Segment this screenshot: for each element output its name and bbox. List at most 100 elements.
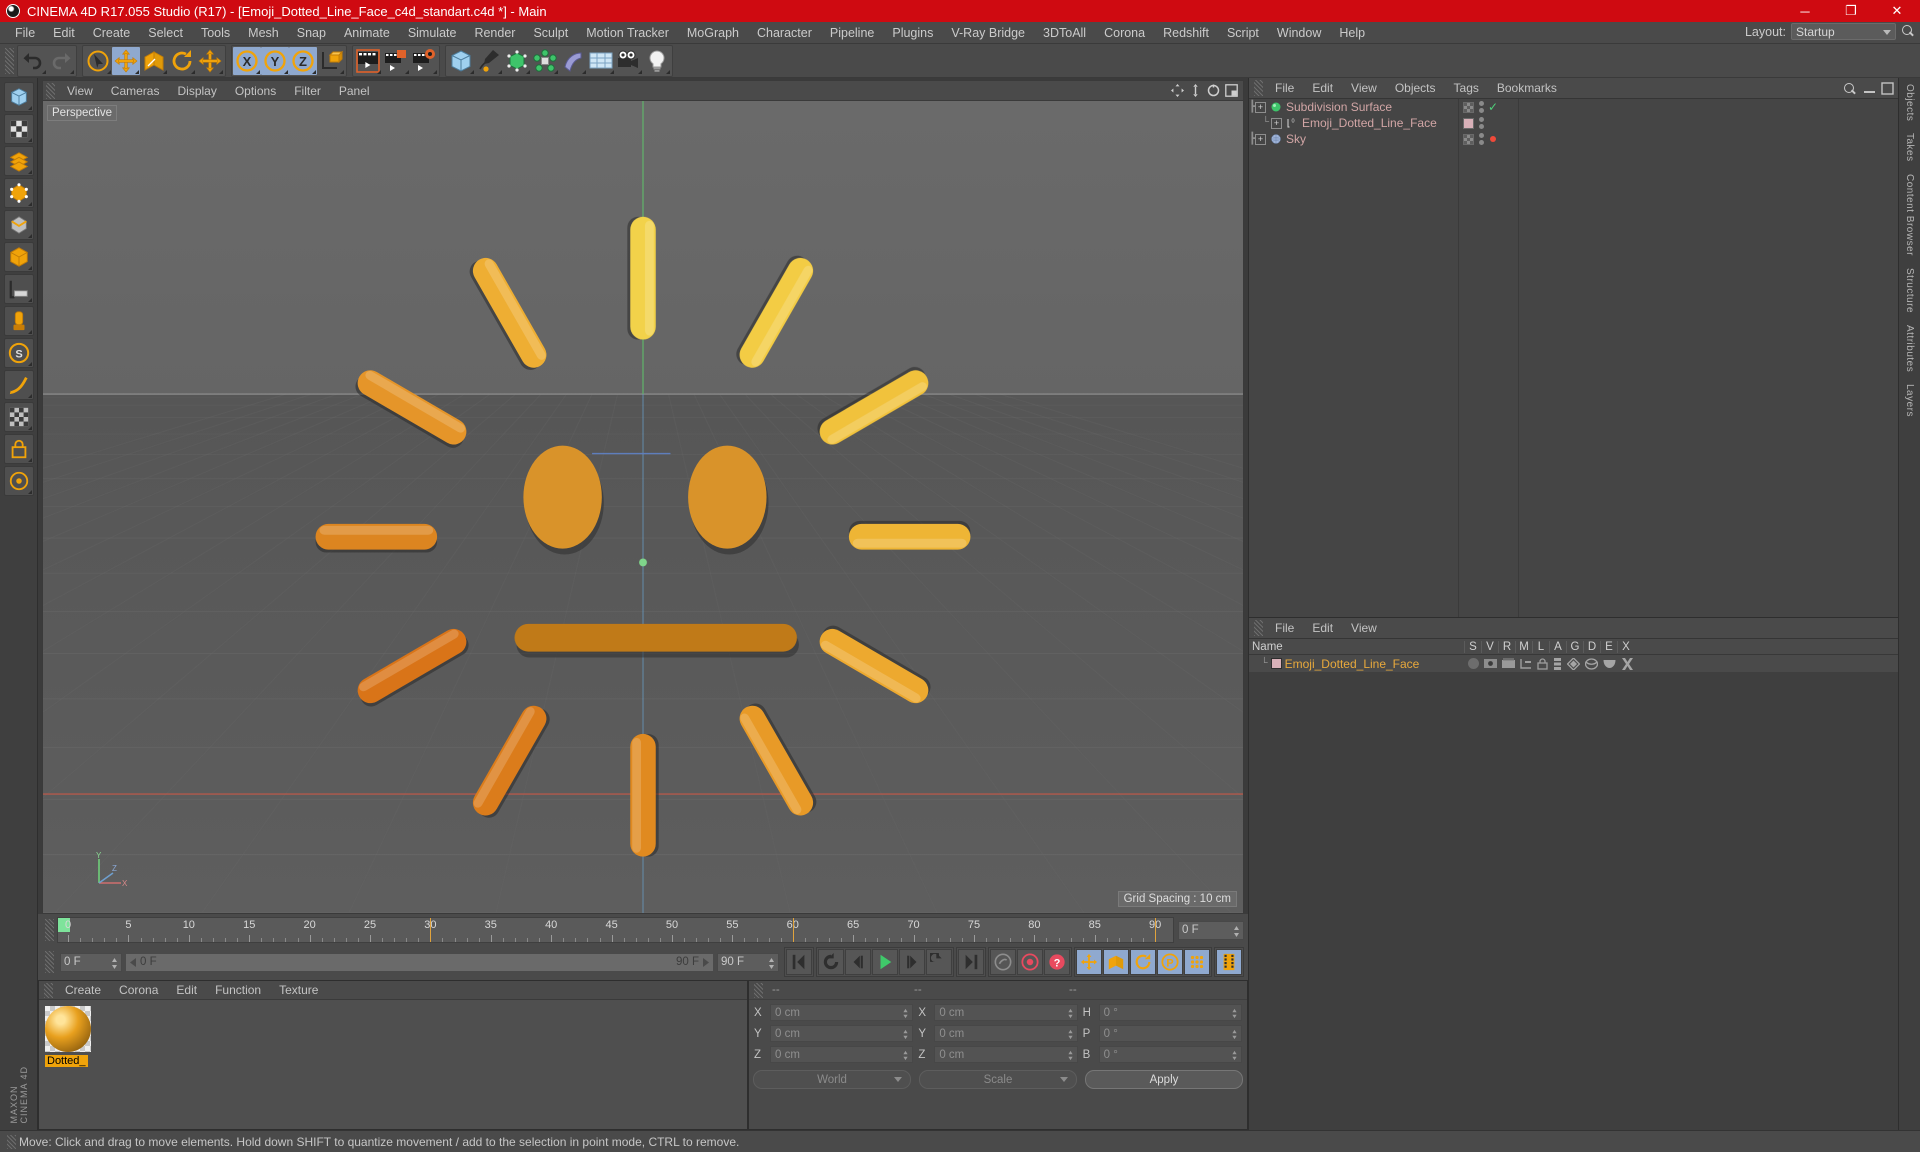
goto-start-button[interactable] <box>786 949 812 975</box>
material-tag-icon[interactable] <box>1463 117 1474 129</box>
checker-tag-icon[interactable] <box>1463 133 1474 145</box>
render-view-button[interactable] <box>354 47 382 75</box>
rotation-p-field[interactable]: 0 ° <box>1098 1025 1242 1042</box>
menu-item-animate[interactable]: Animate <box>335 22 399 44</box>
spinner-icon[interactable] <box>1231 1029 1238 1040</box>
object-menu-objects[interactable]: Objects <box>1386 78 1445 99</box>
layer-manager-grip[interactable] <box>1254 620 1263 636</box>
bend-deformer-button[interactable] <box>559 47 587 75</box>
redo-button[interactable] <box>47 47 75 75</box>
dynamic-place-button[interactable] <box>196 47 224 75</box>
object-manager-grip[interactable] <box>1254 80 1263 96</box>
perspective-viewport[interactable]: Perspective Grid Spacing : 10 cm Y X Z <box>42 100 1244 914</box>
object-tree[interactable]: ┣ + Subdivision Surface └ +0 Emoji_Dotted_Lin… <box>1249 99 1898 617</box>
object-tree-names[interactable]: ┣ + Subdivision Surface └ +0 Emoji_Dotted_Lin… <box>1249 99 1459 617</box>
object-row[interactable]: ┣ + Sky <box>1249 131 1458 147</box>
pla-key-button[interactable] <box>1184 949 1210 975</box>
layout-dropdown[interactable]: Startup <box>1791 23 1896 40</box>
menu-item-mesh[interactable]: Mesh <box>239 22 288 44</box>
menu-item-plugins[interactable]: Plugins <box>883 22 942 44</box>
keyframe-selection-button[interactable]: ? <box>1044 949 1070 975</box>
axis-x-button[interactable]: X <box>233 46 261 75</box>
minimize-panel-icon[interactable] <box>1863 82 1876 95</box>
menu-item-edit[interactable]: Edit <box>44 22 84 44</box>
minimize-button[interactable]: ─ <box>1782 0 1828 22</box>
texture-mode-button[interactable] <box>3 114 34 144</box>
object-row[interactable]: └ +0 Emoji_Dotted_Line_Face <box>1249 115 1458 131</box>
spinner-icon[interactable] <box>902 1008 909 1019</box>
object-menu-file[interactable]: File <box>1266 78 1303 99</box>
world-origin-button[interactable] <box>3 466 34 496</box>
object-menu-bookmarks[interactable]: Bookmarks <box>1488 78 1566 99</box>
column-a[interactable]: A <box>1549 640 1566 653</box>
menu-item-corona[interactable]: Corona <box>1095 22 1154 44</box>
visibility-dot-editor[interactable] <box>1479 117 1484 122</box>
coordinate-system-dropdown[interactable]: World <box>753 1070 911 1089</box>
transform-mode-dropdown[interactable]: Scale <box>919 1070 1077 1089</box>
expand-toggle[interactable]: + <box>1271 117 1282 129</box>
render-icon[interactable] <box>1502 658 1515 669</box>
layer-color-swatch[interactable] <box>1270 658 1282 669</box>
timeline-range-scrollbar[interactable]: 0 F 90 F <box>125 952 714 972</box>
search-icon[interactable] <box>1843 82 1858 97</box>
status-grip[interactable] <box>7 1134 16 1149</box>
object-tag-row[interactable] <box>1459 131 1518 147</box>
right-tab-content-browser[interactable]: Content Browser <box>1904 174 1915 256</box>
menu-item-render[interactable]: Render <box>465 22 524 44</box>
position-y-field[interactable]: 0 cm <box>770 1025 914 1042</box>
viewport-move-icon[interactable] <box>1171 84 1184 97</box>
column-l[interactable]: L <box>1532 640 1549 653</box>
axis-z-button[interactable]: Z <box>289 46 317 75</box>
xpresso-icon[interactable] <box>1621 657 1634 670</box>
menu-item-window[interactable]: Window <box>1268 22 1330 44</box>
spinner-icon[interactable] <box>1067 1029 1074 1040</box>
generators-icon[interactable] <box>1567 657 1580 670</box>
camera-button[interactable] <box>615 47 643 75</box>
point-mode-button[interactable] <box>3 178 34 208</box>
object-menu-view[interactable]: View <box>1342 78 1386 99</box>
coordinate-grip[interactable] <box>754 982 763 998</box>
animation-icon[interactable] <box>1553 657 1562 670</box>
material-list[interactable]: Dotted_ <box>39 1000 747 1129</box>
size-z-field[interactable]: 0 cm <box>934 1046 1078 1063</box>
spline-pen-button[interactable] <box>475 47 503 75</box>
menu-item-motion-tracker[interactable]: Motion Tracker <box>577 22 678 44</box>
column-d[interactable]: D <box>1583 640 1600 653</box>
world-coordinates-button[interactable] <box>317 47 345 75</box>
spinner-icon[interactable] <box>1067 1008 1074 1019</box>
material-menu-function[interactable]: Function <box>206 981 270 1000</box>
viewport-rotate-icon[interactable] <box>1207 84 1220 97</box>
object-tree-tags[interactable]: ✓ <box>1459 99 1519 617</box>
play-button[interactable] <box>872 949 898 975</box>
menu-item-select[interactable]: Select <box>139 22 192 44</box>
spinner-icon[interactable] <box>1233 925 1240 938</box>
viewport-maximize-icon[interactable] <box>1225 84 1238 97</box>
render-settings-button[interactable] <box>410 47 438 75</box>
disabled-dot-icon[interactable] <box>1490 136 1496 142</box>
play-forward-loop-button[interactable] <box>926 949 952 975</box>
column-g[interactable]: G <box>1566 640 1583 653</box>
right-tab-attributes[interactable]: Attributes <box>1904 325 1915 372</box>
nurbs-generator-button[interactable] <box>503 47 531 75</box>
rotation-h-field[interactable]: 0 ° <box>1098 1004 1242 1021</box>
menu-item-snap[interactable]: Snap <box>288 22 335 44</box>
menu-item-sculpt[interactable]: Sculpt <box>524 22 577 44</box>
step-back-button[interactable] <box>845 949 871 975</box>
end-frame-field[interactable]: 90 F <box>717 952 779 972</box>
menu-item-v-ray-bridge[interactable]: V-Ray Bridge <box>942 22 1034 44</box>
menu-item-tools[interactable]: Tools <box>192 22 239 44</box>
viewport-scale-icon[interactable] <box>1189 84 1202 97</box>
undo-button[interactable] <box>19 47 47 75</box>
lock-icon[interactable] <box>1537 657 1548 670</box>
material-menu-corona[interactable]: Corona <box>110 981 167 1000</box>
play-backward-loop-button[interactable] <box>818 949 844 975</box>
timeline-ruler[interactable]: 051015202530354045505560657075808590 <box>57 917 1174 943</box>
object-menu-tags[interactable]: Tags <box>1445 78 1488 99</box>
menu-item-pipeline[interactable]: Pipeline <box>821 22 883 44</box>
polygon-mode-button[interactable] <box>3 146 34 176</box>
size-x-field[interactable]: 0 cm <box>934 1004 1078 1021</box>
visibility-dot-render[interactable] <box>1479 108 1484 113</box>
material-menu-create[interactable]: Create <box>56 981 110 1000</box>
viewport-menu-view[interactable]: View <box>58 81 102 101</box>
layer-menu-file[interactable]: File <box>1266 618 1303 639</box>
